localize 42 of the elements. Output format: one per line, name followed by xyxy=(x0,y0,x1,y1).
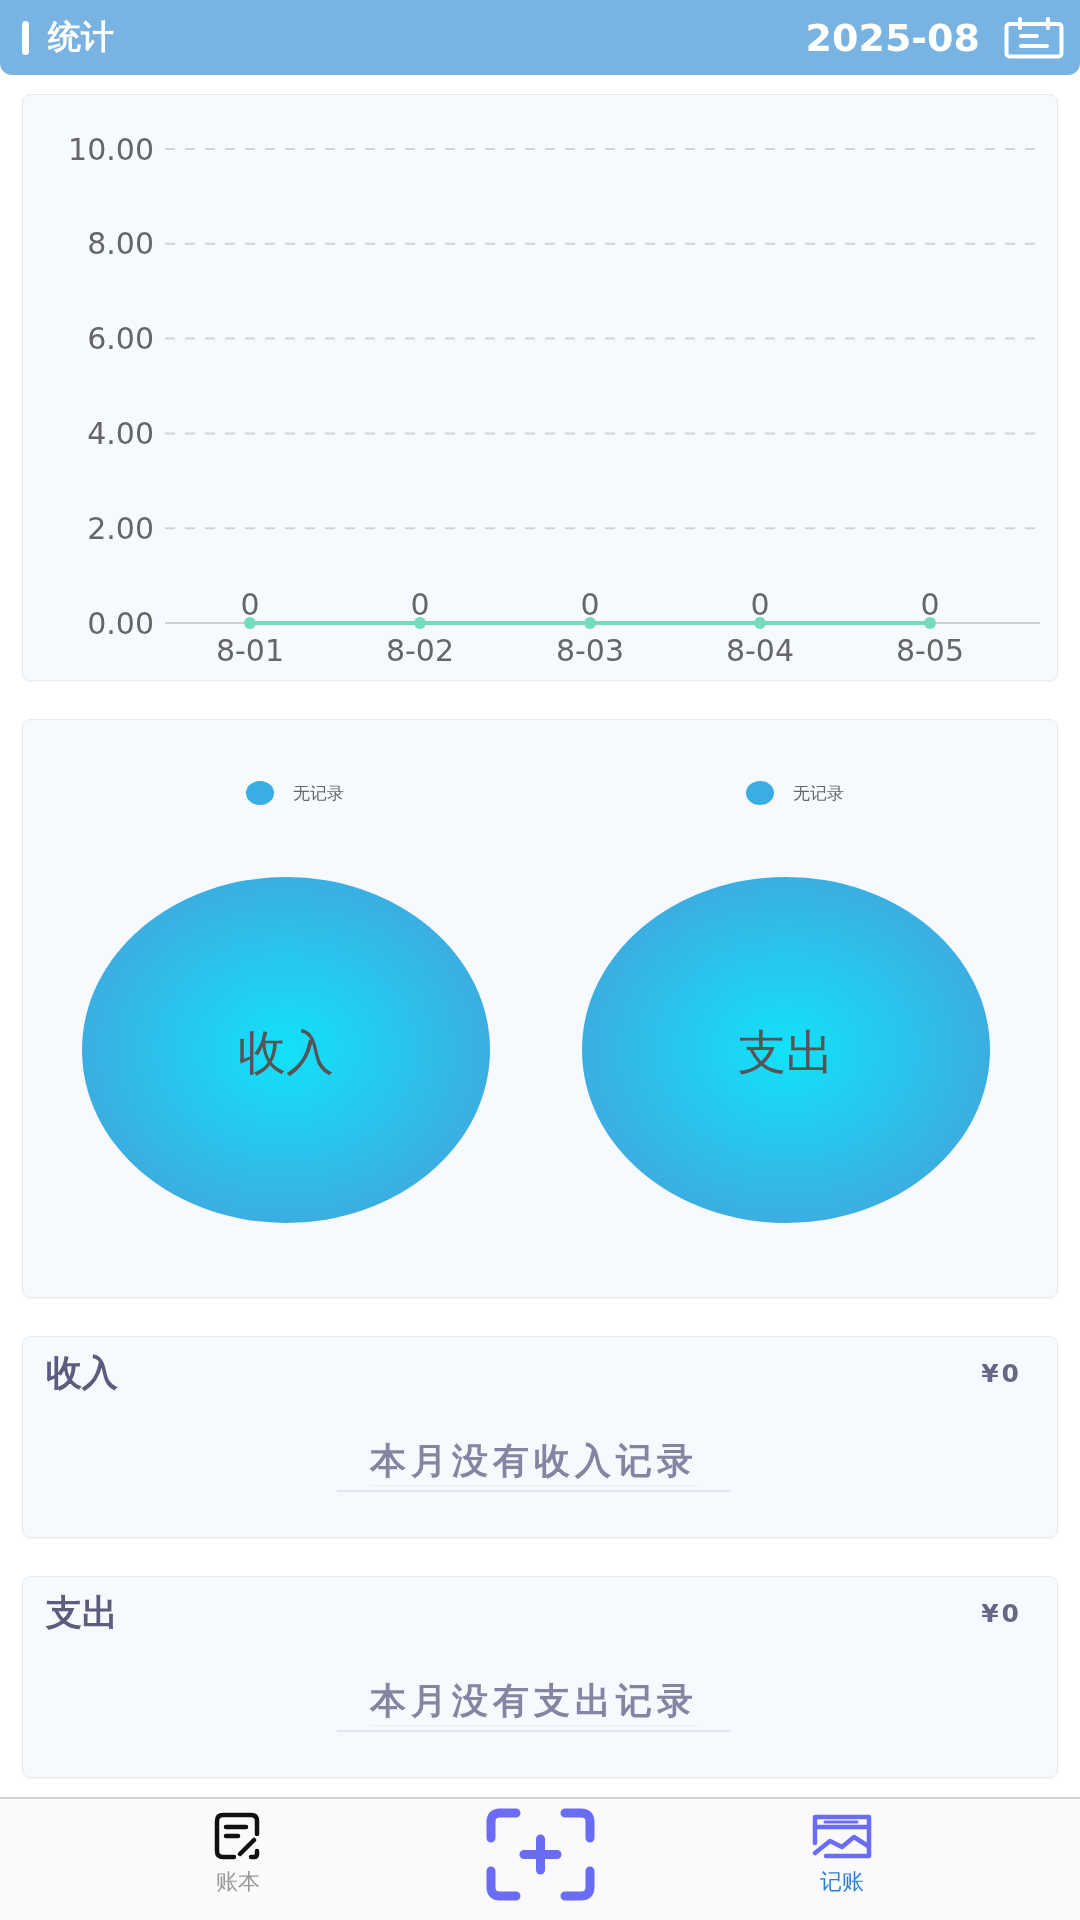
legend-marker-icon xyxy=(746,781,774,805)
tab-item[interactable]: 账本 xyxy=(178,1799,298,1896)
x-axis-label: 8-03 xyxy=(555,632,625,668)
plus-frame-icon[interactable] xyxy=(485,1808,595,1901)
pie-label: 支出 xyxy=(738,1024,834,1080)
data-label: 0 xyxy=(580,586,600,622)
legend-label: 无记录 xyxy=(793,781,844,805)
empty-message: 本月没有支出记录 xyxy=(370,1679,698,1726)
x-axis-label: 8-02 xyxy=(385,632,455,668)
legend-marker-icon xyxy=(246,781,274,805)
data-point xyxy=(584,617,596,629)
title-marker-icon xyxy=(22,20,29,55)
month-label[interactable]: 2025-08 xyxy=(805,15,980,60)
empty-message: 本月没有收入记录 xyxy=(370,1439,698,1486)
y-axis-label: 4.00 xyxy=(87,415,154,451)
x-axis-label: 8-04 xyxy=(725,632,795,668)
section-total: ¥0 xyxy=(981,1598,1022,1628)
section-total: ¥0 xyxy=(981,1358,1022,1388)
data-label: 0 xyxy=(240,586,260,622)
y-axis-label: 2.00 xyxy=(87,510,154,546)
page-title: 统计 xyxy=(48,16,114,58)
calendar-icon[interactable] xyxy=(1004,16,1064,59)
data-point xyxy=(414,617,426,629)
data-label: 0 xyxy=(750,586,770,622)
data-point xyxy=(754,617,766,629)
y-axis-label: 8.00 xyxy=(87,226,154,262)
y-axis-label: 6.00 xyxy=(87,321,154,357)
x-axis-label: 8-01 xyxy=(215,632,285,668)
legend-label: 无记录 xyxy=(293,781,344,805)
data-point xyxy=(924,617,936,629)
section-title: 支出 xyxy=(46,1591,118,1635)
y-axis-label: 0.00 xyxy=(87,605,154,641)
tab-item[interactable]: 记账 xyxy=(782,1799,902,1896)
chart-window-icon xyxy=(812,1813,872,1859)
x-axis-label: 8-05 xyxy=(895,632,965,668)
section-title: 收入 xyxy=(46,1351,118,1395)
note-edit-icon xyxy=(214,1812,262,1860)
data-label: 0 xyxy=(920,586,940,622)
data-point xyxy=(244,617,256,629)
data-label: 0 xyxy=(410,586,430,622)
pie-label: 收入 xyxy=(238,1024,334,1080)
y-axis-label: 10.00 xyxy=(68,131,154,167)
